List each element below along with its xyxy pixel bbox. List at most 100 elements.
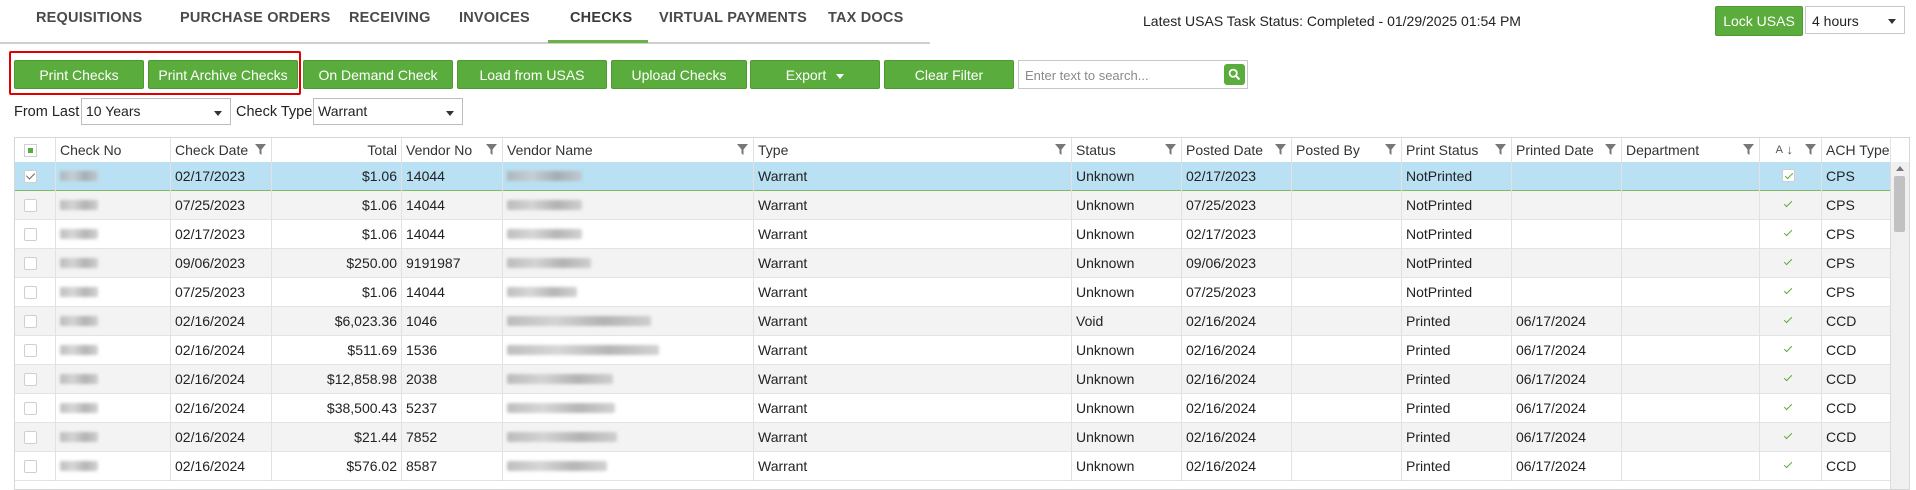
row-checkbox[interactable] bbox=[24, 373, 37, 386]
filter-icon[interactable] bbox=[1274, 143, 1287, 156]
cell-status: Unknown bbox=[1072, 365, 1182, 394]
cell-posted-by bbox=[1292, 452, 1402, 481]
filter-icon[interactable] bbox=[1054, 143, 1067, 156]
print-checks-button[interactable]: Print Checks bbox=[14, 60, 144, 89]
cell-posted-by bbox=[1292, 336, 1402, 365]
cell-printed-date bbox=[1512, 191, 1622, 220]
vertical-scrollbar[interactable] bbox=[1890, 162, 1909, 489]
cell-status: Unknown bbox=[1072, 191, 1182, 220]
column-header-posted-date[interactable]: Posted Date bbox=[1182, 138, 1292, 162]
table-row[interactable]: 07/25/2023 $1.06 14044 Warrant Unknown 07/25/… bbox=[15, 278, 1891, 307]
row-checkbox[interactable] bbox=[24, 344, 37, 357]
column-header-department[interactable]: Department bbox=[1622, 138, 1760, 162]
column-header-label: Type bbox=[758, 142, 789, 158]
search-input[interactable] bbox=[1019, 61, 1217, 90]
table-row[interactable]: 02/16/2024 $511.69 1536 Warrant Unknown 02/16… bbox=[15, 336, 1891, 365]
row-select-cell bbox=[15, 249, 56, 278]
filter-icon[interactable] bbox=[1384, 143, 1397, 156]
redacted-text bbox=[60, 258, 98, 268]
filter-icon[interactable] bbox=[1804, 143, 1817, 156]
cell-ach bbox=[1760, 423, 1822, 452]
filter-icon[interactable] bbox=[1164, 143, 1177, 156]
cell-vendor-name bbox=[503, 191, 754, 220]
row-checkbox[interactable] bbox=[24, 460, 37, 473]
row-checkbox[interactable] bbox=[24, 315, 37, 328]
column-header-printed-date[interactable]: Printed Date bbox=[1512, 138, 1622, 162]
filter-icon[interactable] bbox=[1604, 143, 1617, 156]
column-header-type[interactable]: Type bbox=[754, 138, 1072, 162]
row-checkbox[interactable] bbox=[24, 286, 37, 299]
search-box bbox=[1018, 60, 1248, 90]
column-header-posted-by[interactable]: Posted By bbox=[1292, 138, 1402, 162]
tab-purchase-orders[interactable]: PURCHASE ORDERS bbox=[180, 10, 330, 26]
column-header-print-status[interactable]: Print Status bbox=[1402, 138, 1512, 162]
load-from-usas-button[interactable]: Load from USAS bbox=[457, 60, 607, 89]
check-icon bbox=[1782, 343, 1795, 356]
cell-status: Unknown bbox=[1072, 394, 1182, 423]
redacted-text bbox=[60, 403, 98, 413]
column-header-vendor-name[interactable]: Vendor Name bbox=[503, 138, 754, 162]
column-header-ach-type[interactable]: ACH Type bbox=[1822, 138, 1891, 162]
row-checkbox[interactable] bbox=[24, 199, 37, 212]
on-demand-check-button[interactable]: On Demand Check bbox=[303, 60, 453, 89]
cell-check-date: 02/16/2024 bbox=[171, 452, 272, 481]
row-checkbox[interactable] bbox=[24, 402, 37, 415]
filter-icon[interactable] bbox=[1742, 143, 1755, 156]
tab-virtual-payments[interactable]: VIRTUAL PAYMENTS bbox=[659, 10, 807, 26]
cell-posted-by bbox=[1292, 365, 1402, 394]
upload-checks-button[interactable]: Upload Checks bbox=[611, 60, 747, 89]
cell-department bbox=[1622, 191, 1760, 220]
search-button[interactable] bbox=[1224, 64, 1245, 85]
check-type-select[interactable]: Warrant bbox=[313, 98, 463, 125]
select-all-checkbox[interactable] bbox=[24, 144, 37, 157]
print-archive-checks-button[interactable]: Print Archive Checks bbox=[148, 60, 298, 89]
filter-icon[interactable] bbox=[254, 143, 267, 156]
table-row[interactable]: 02/17/2023 $1.06 14044 Warrant Unknown 02/17/… bbox=[15, 162, 1891, 191]
table-row[interactable]: 02/16/2024 $576.02 8587 Warrant Unknown 02/16… bbox=[15, 452, 1891, 481]
row-select-cell bbox=[15, 191, 56, 220]
clear-filter-button[interactable]: Clear Filter bbox=[884, 60, 1014, 89]
table-row[interactable]: 02/16/2024 $21.44 7852 Warrant Unknown 02/16/… bbox=[15, 423, 1891, 452]
scrollbar-thumb[interactable] bbox=[1894, 176, 1905, 232]
cell-posted-by bbox=[1292, 307, 1402, 336]
lock-usas-button[interactable]: Lock USAS bbox=[1715, 6, 1803, 36]
from-last-select[interactable]: 10 Years bbox=[81, 98, 231, 125]
column-header-check-no[interactable]: Check No bbox=[56, 138, 171, 162]
column-header-check-date[interactable]: Check Date bbox=[171, 138, 272, 162]
table-row[interactable]: 09/06/2023 $250.00 9191987 Warrant Unknown 09… bbox=[15, 249, 1891, 278]
cell-posted-date: 02/16/2024 bbox=[1182, 365, 1292, 394]
cell-vendor-name bbox=[503, 423, 754, 452]
redacted-text bbox=[507, 171, 582, 181]
tab-requisitions[interactable]: REQUISITIONS bbox=[36, 10, 142, 26]
table-row[interactable]: 02/16/2024 $12,858.98 2038 Warrant Unknown 02… bbox=[15, 365, 1891, 394]
row-checkbox[interactable] bbox=[24, 170, 37, 183]
table-row[interactable]: 02/16/2024 $6,023.36 1046 Warrant Void 02/16/… bbox=[15, 307, 1891, 336]
filter-icon[interactable] bbox=[1494, 143, 1507, 156]
column-header-ach[interactable]: A ↓ bbox=[1760, 138, 1822, 162]
row-checkbox[interactable] bbox=[24, 257, 37, 270]
column-header-status[interactable]: Status bbox=[1072, 138, 1182, 162]
export-button[interactable]: Export bbox=[750, 60, 880, 89]
column-header-total[interactable]: Total bbox=[272, 138, 402, 162]
redacted-text bbox=[507, 229, 582, 239]
lock-hours-select[interactable]: 4 hours bbox=[1805, 6, 1905, 34]
table-row[interactable]: 02/17/2023 $1.06 14044 Warrant Unknown 02/17/… bbox=[15, 220, 1891, 249]
filter-icon[interactable] bbox=[736, 143, 749, 156]
redacted-text bbox=[507, 258, 591, 268]
filter-icon[interactable] bbox=[485, 143, 498, 156]
tab-tax-docs[interactable]: TAX DOCS bbox=[828, 10, 903, 26]
sort-descending-icon[interactable]: ↓ bbox=[1787, 138, 1794, 162]
cell-printed-date: 06/17/2024 bbox=[1512, 307, 1622, 336]
table-row[interactable]: 07/25/2023 $1.06 14044 Warrant Unknown 07/25/… bbox=[15, 191, 1891, 220]
row-checkbox[interactable] bbox=[24, 228, 37, 241]
cell-ach bbox=[1760, 365, 1822, 394]
tab-receiving[interactable]: RECEIVING bbox=[349, 10, 431, 26]
row-checkbox[interactable] bbox=[24, 431, 37, 444]
tab-invoices[interactable]: INVOICES bbox=[459, 10, 530, 26]
table-row[interactable]: 02/16/2024 $38,500.43 5237 Warrant Unknown 02… bbox=[15, 394, 1891, 423]
cell-check-no bbox=[56, 394, 171, 423]
cell-status: Unknown bbox=[1072, 220, 1182, 249]
column-header-vendor-no[interactable]: Vendor No bbox=[402, 138, 503, 162]
tab-checks[interactable]: CHECKS bbox=[570, 10, 632, 26]
scroll-up-icon[interactable] bbox=[1896, 166, 1904, 171]
